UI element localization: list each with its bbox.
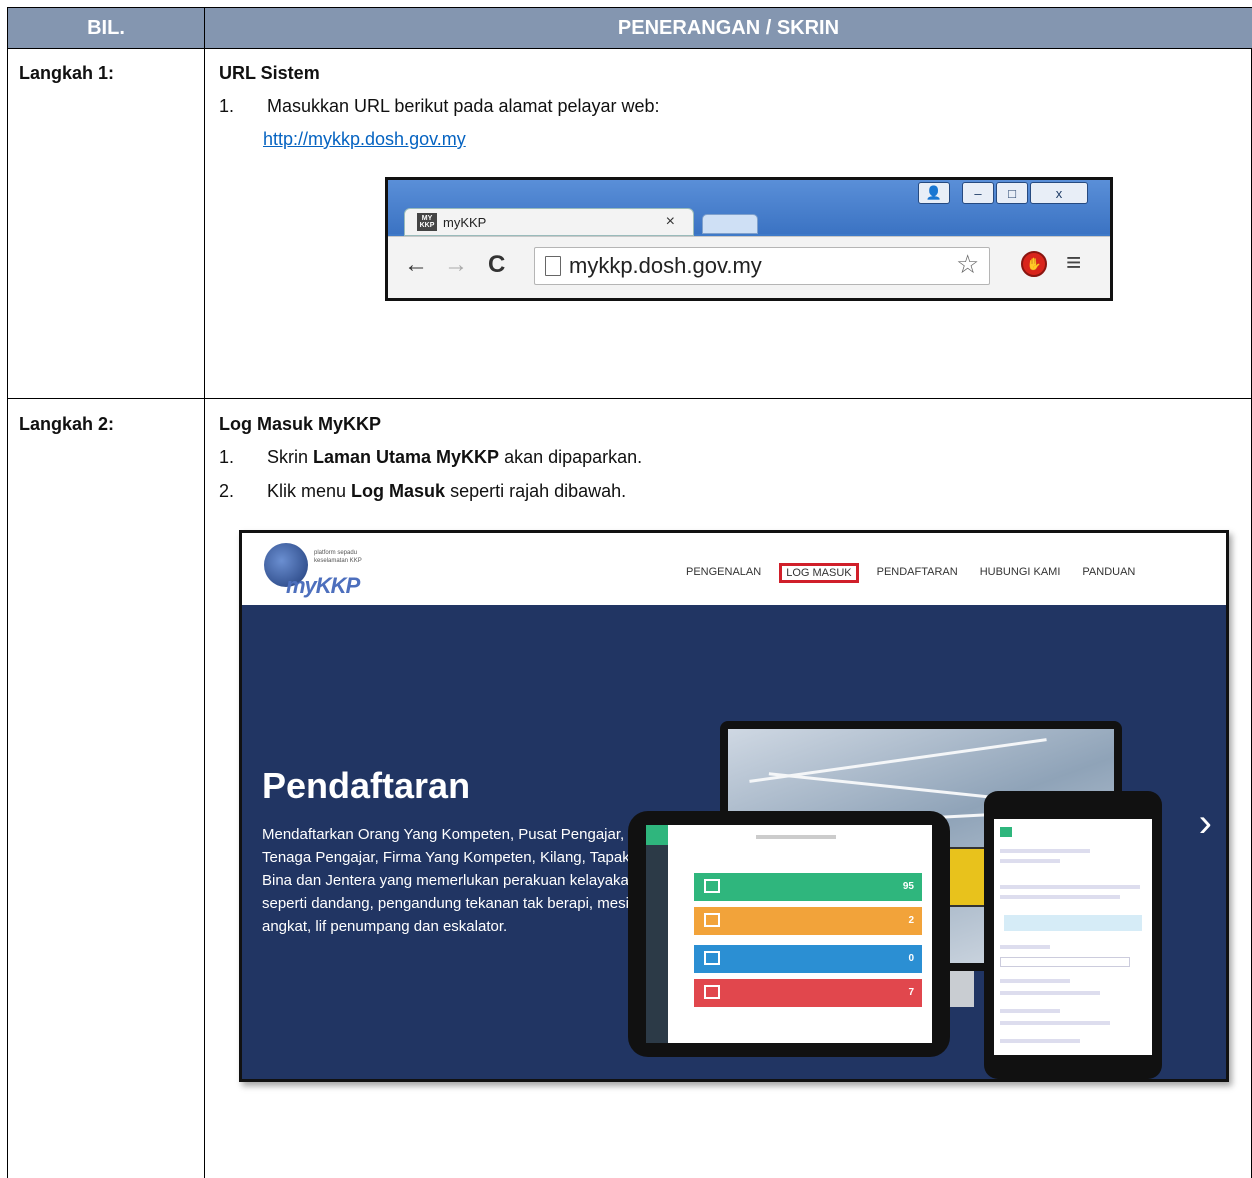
phone-screen <box>994 819 1152 1055</box>
step2-item2-post: seperti rajah dibawah. <box>445 481 627 501</box>
step2-item1-number: 1. <box>219 447 235 467</box>
site-navbar: platform sepadu keselamatan KKP myKKP PE… <box>242 533 1226 605</box>
site-menu-panduan[interactable]: PANDUAN <box>1078 563 1139 583</box>
dashboard-card: 7 <box>694 979 922 1007</box>
card-value: 7 <box>908 987 914 998</box>
tablet-sidebar-top <box>646 825 668 845</box>
step2-label: Langkah 2: <box>19 414 115 434</box>
instruction-table: BIL. PENERANGAN / SKRIN Langkah 1: URL S… <box>7 7 1252 1178</box>
phone-line <box>1000 957 1130 967</box>
browser-tab[interactable]: MY KKP myKKP × <box>404 208 694 236</box>
card-value: 2 <box>908 915 914 926</box>
step2-title: Log Masuk MyKKP <box>219 414 382 434</box>
card-icon <box>704 879 720 893</box>
user-icon[interactable]: 👤 <box>918 182 950 204</box>
step2-item2-bold: Log Masuk <box>351 481 446 501</box>
table-header: BIL. PENERANGAN / SKRIN <box>7 7 1252 49</box>
tab-close-icon[interactable]: × <box>666 213 675 231</box>
row-divider <box>7 398 1252 399</box>
site-menu-hubungi-kami[interactable]: HUBUNGI KAMI <box>976 563 1065 583</box>
step1-title: URL Sistem <box>219 63 320 83</box>
step2-item1-post: akan dipaparkan. <box>499 447 643 467</box>
address-text: mykkp.dosh.gov.my <box>569 253 762 278</box>
phone-line <box>1000 895 1120 899</box>
left-border <box>7 49 8 1178</box>
browser-menu-icon[interactable]: ≡ <box>1066 247 1081 278</box>
browser-toolbar: ← → C mykkp.dosh.gov.my ☆ ✋ ≡ <box>388 236 1110 298</box>
step2-item1-bold: Laman Utama MyKKP <box>313 447 500 467</box>
step2-item2-number: 2. <box>219 481 235 501</box>
mykkp-logo[interactable]: platform sepadu keselamatan KKP myKKP <box>262 543 382 599</box>
logo-wordmark: myKKP <box>286 573 360 598</box>
phone-line <box>1000 859 1060 863</box>
step1-item1-text: Masukkan URL berikut pada alamat pelayar… <box>267 96 660 116</box>
phone-line <box>1000 979 1070 983</box>
card-icon <box>704 913 720 927</box>
step1-item1: 1. Masukkan URL berikut pada alamat pelay… <box>219 96 660 117</box>
bookmark-star-icon[interactable]: ☆ <box>956 249 979 280</box>
phone-illustration <box>984 791 1162 1079</box>
hero-description: Mendaftarkan Orang Yang Kompeten, Pusat … <box>262 826 638 935</box>
tablet-illustration: 95 2 0 7 <box>628 811 950 1057</box>
phone-line <box>1000 849 1090 853</box>
phone-line <box>1000 991 1100 995</box>
step1-label: Langkah 1: <box>19 63 115 83</box>
dashboard-card: 2 <box>694 907 922 935</box>
new-tab-button[interactable] <box>702 214 758 234</box>
column-divider <box>204 49 205 1178</box>
phone-line <box>1000 1021 1110 1025</box>
maximize-icon[interactable]: □ <box>996 182 1028 204</box>
forward-icon[interactable]: → <box>444 251 468 279</box>
adblock-icon[interactable]: ✋ <box>1021 251 1047 277</box>
dashboard-card: 95 <box>694 873 922 901</box>
reload-icon[interactable]: C <box>488 251 505 279</box>
phone-header-badge <box>1000 827 1012 837</box>
tab-title: myKKP <box>443 214 487 230</box>
window-close-icon[interactable]: x <box>1030 182 1088 204</box>
card-value: 0 <box>908 953 914 964</box>
header-bil: BIL. <box>8 8 205 48</box>
card-value: 95 <box>902 881 914 892</box>
address-bar[interactable]: mykkp.dosh.gov.my <box>534 247 990 285</box>
phone-info-box <box>1004 915 1142 931</box>
site-menu-pengenalan[interactable]: PENGENALAN <box>682 563 765 583</box>
dashboard-card: 0 <box>694 945 922 973</box>
hero-banner: Pendaftaran Mendaftarkan Orang Yang Komp… <box>242 605 1226 1079</box>
browser-screenshot: 👤 – □ x MY KKP myKKP × ← → C mykkp.dosh.… <box>385 177 1113 301</box>
phone-line <box>1000 945 1050 949</box>
step2-item2-pre: Klik menu <box>267 481 352 501</box>
tablet-sidebar <box>646 825 668 1043</box>
hero-title: Pendaftaran <box>262 765 471 806</box>
step2-item1: 1. Skrin Laman Utama MyKKP akan dipaparka… <box>219 447 642 468</box>
tablet-screen: 95 2 0 7 <box>646 825 932 1043</box>
phone-line <box>1000 1009 1060 1013</box>
step2-item2: 2. Klik menu Log Masuk seperti rajah diba… <box>219 481 626 502</box>
mykkp-homepage-screenshot: platform sepadu keselamatan KKP myKKP PE… <box>239 530 1229 1082</box>
logo-tagline: platform sepadu keselamatan KKP <box>314 550 362 564</box>
card-icon <box>704 985 720 999</box>
tablet-heading <box>756 835 836 839</box>
site-menu-pendaftaran[interactable]: PENDAFTARAN <box>873 563 962 583</box>
back-icon[interactable]: ← <box>404 251 428 279</box>
phone-line <box>1000 885 1140 889</box>
site-menu-log-masuk[interactable]: LOG MASUK <box>779 563 859 583</box>
phone-line <box>1000 1039 1080 1043</box>
mykkp-favicon-icon: MY KKP <box>417 213 437 231</box>
site-menu: PENGENALAN LOG MASUK PENDAFTARAN HUBUNGI KA… <box>682 563 1139 583</box>
step2-item1-pre: Skrin <box>267 447 314 467</box>
carousel-next-icon[interactable]: › <box>1199 801 1212 846</box>
minimize-icon[interactable]: – <box>962 182 994 204</box>
page-icon <box>545 256 561 276</box>
step1-item1-number: 1. <box>219 96 235 116</box>
card-icon <box>704 951 720 965</box>
system-url-link[interactable]: http://mykkp.dosh.gov.my <box>263 129 466 150</box>
header-penerangan: PENERANGAN / SKRIN <box>617 16 840 39</box>
